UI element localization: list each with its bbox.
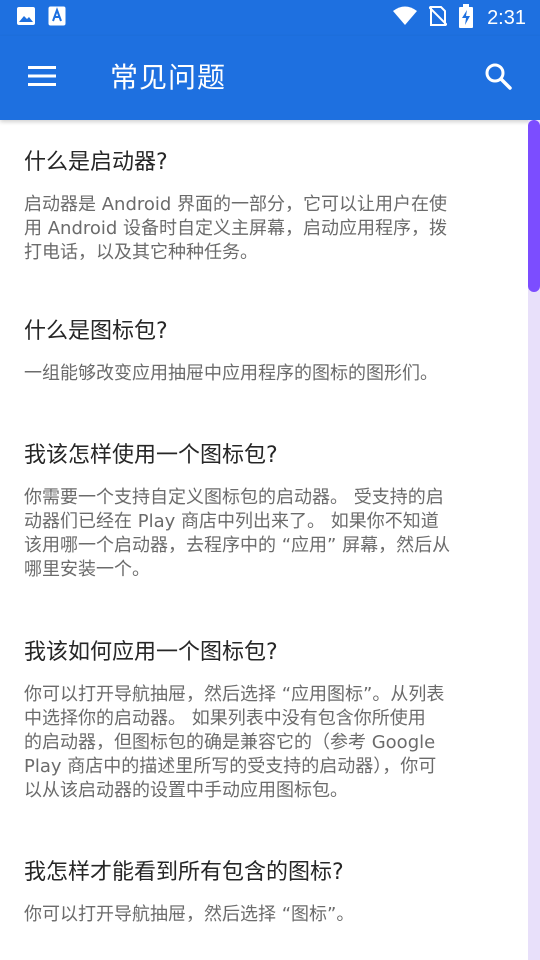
faq-answer-line: 打电话，以及其它种种任务。 (24, 242, 258, 263)
faq-answer-line: 用 Android 设备时自定义主屏幕，启动应用程序，拨 (24, 218, 448, 239)
faq-answer-line: 动器们已经在 Play 商店中列出来了。 如果你不知道 (24, 511, 439, 532)
faq-answer-line: 启动器是 Android 界面的一部分，它可以让用户在使 (24, 194, 448, 215)
status-bar: 2:31 (0, 0, 540, 36)
faq-answer-line: 中选择你的启动器。 如果列表中没有包含你所使用 (24, 708, 426, 729)
faq-item: 我该怎样使用一个图标包? 你需要一个支持自定义图标包的启动器。 受支持的启 动器… (24, 441, 514, 582)
a11y-text-icon (48, 6, 66, 30)
app-bar: 常见问题 (0, 36, 540, 120)
faq-question: 什么是图标包? (24, 319, 168, 344)
faq-question: 我该如何应用一个图标包? (24, 640, 278, 665)
faq-question: 我怎样才能看到所有包含的图标? (24, 860, 344, 885)
faq-answer-line: 你可以打开导航抽屉，然后选择 “应用图标”。从列表 (24, 684, 445, 705)
menu-button[interactable] (0, 36, 84, 120)
faq-item: 我该如何应用一个图标包? 你可以打开导航抽屉，然后选择 “应用图标”。从列表 中… (24, 638, 514, 803)
faq-question: 我该怎样使用一个图标包? (24, 443, 278, 468)
faq-item: 我怎样才能看到所有包含的图标? 你可以打开导航抽屉，然后选择 “图标”。 (24, 858, 514, 927)
faq-answer-line: 哪里安装一个。 (24, 559, 150, 580)
faq-list[interactable]: 什么是启动器? 启动器是 Android 界面的一部分，它可以让用户在使 用 A… (0, 120, 540, 960)
faq-answer-line: 你可以打开导航抽屉，然后选择 “图标”。 (24, 904, 355, 925)
faq-item: 什么是图标包? 一组能够改变应用抽屉中应用程序的图标的图形们。 (24, 317, 514, 386)
faq-answer-line: 的启动器，但图标包的确是兼容它的（参考 Google (24, 732, 436, 753)
faq-answer-line: 以从该启动器的设置中手动应用图标包。 (24, 780, 348, 801)
wifi-icon (393, 6, 418, 30)
page-title: 常见问题 (110, 61, 227, 94)
faq-answer-line: 你需要一个支持自定义图标包的启动器。 受支持的启 (24, 487, 444, 508)
image-icon (16, 6, 36, 30)
faq-answer-line: 一组能够改变应用抽屉中应用程序的图标的图形们。 (24, 363, 438, 384)
search-icon (484, 62, 512, 94)
menu-icon (28, 65, 56, 91)
no-sim-icon (428, 5, 448, 31)
search-button[interactable] (456, 36, 540, 120)
battery-charging-icon (459, 4, 474, 32)
faq-answer-line: 该用哪一个启动器，去程序中的 “应用” 屏幕，然后从 (24, 535, 451, 556)
faq-answer-line: Play 商店中的描述里所写的受支持的启动器），你可 (24, 756, 437, 777)
scrollbar-thumb[interactable] (528, 120, 540, 292)
faq-question: 什么是启动器? (24, 150, 168, 175)
faq-item: 什么是启动器? 启动器是 Android 界面的一部分，它可以让用户在使 用 A… (24, 148, 514, 265)
status-time: 2:31 (487, 6, 526, 29)
